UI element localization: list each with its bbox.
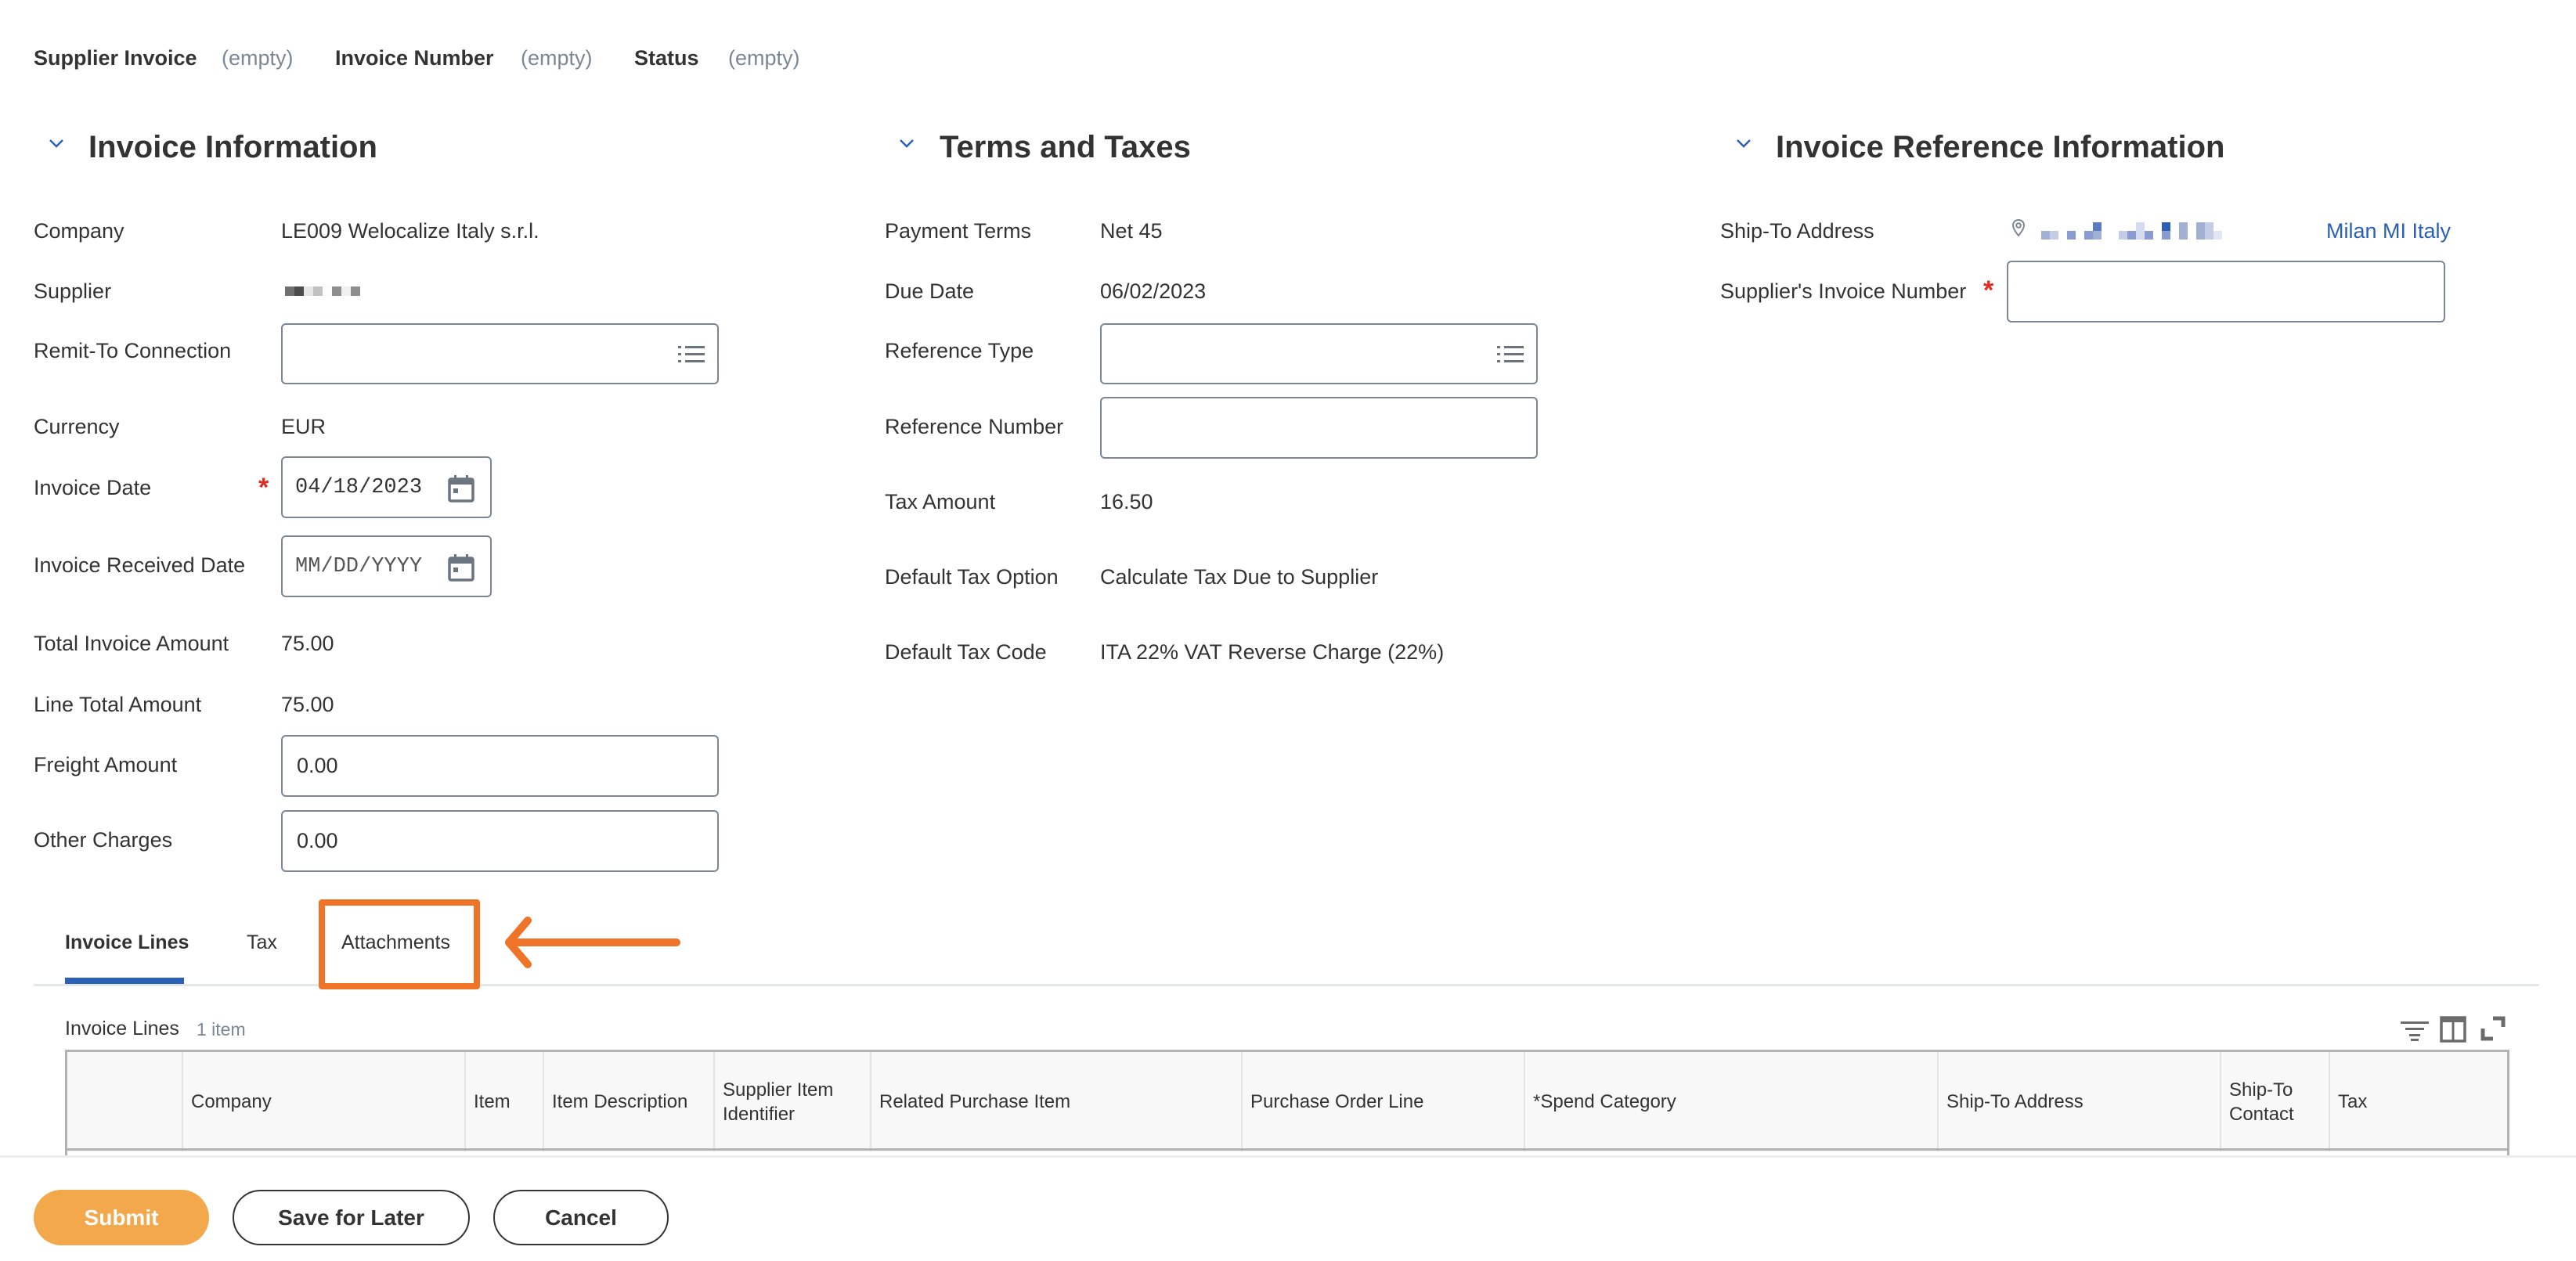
ship-to-address-redacted <box>2041 222 2222 240</box>
expand-fullscreen-icon[interactable] <box>2480 1016 2506 1041</box>
status-value: (empty) <box>728 46 800 70</box>
section-title: Invoice Information <box>88 130 377 164</box>
freight-amount-value: 0.00 <box>297 754 338 777</box>
invoice-date-value: 04/18/2023 <box>295 475 423 499</box>
column-header-spend-category[interactable]: *Spend Category <box>1524 1052 1937 1151</box>
reference-number-input[interactable] <box>1100 397 1538 459</box>
line-total-amount-value: 75.00 <box>281 693 334 716</box>
reference-number-label: Reference Number <box>885 415 1064 438</box>
calendar-icon[interactable] <box>446 474 476 503</box>
location-pin-icon <box>2011 218 2026 237</box>
other-charges-input[interactable]: 0.00 <box>281 810 719 872</box>
column-header-ship-to-address[interactable]: Ship-To Address <box>1937 1052 2220 1151</box>
payment-terms-label: Payment Terms <box>885 219 1032 243</box>
freight-amount-label: Freight Amount <box>34 753 178 776</box>
ship-to-address-label: Ship-To Address <box>1720 219 1874 243</box>
invoice-number-value: (empty) <box>521 46 593 70</box>
due-date-value: 06/02/2023 <box>1100 279 1207 303</box>
footer-bar: Submit Save for Later Cancel <box>0 1155 2576 1261</box>
column-header-company[interactable]: Company <box>182 1052 464 1151</box>
invoice-received-date-placeholder: MM/DD/YYYY <box>295 554 423 578</box>
column-layout-icon[interactable] <box>2440 1016 2466 1043</box>
remit-to-label: Remit-To Connection <box>34 339 232 362</box>
column-header-item-description[interactable]: Item Description <box>543 1052 713 1151</box>
freight-amount-input[interactable]: 0.00 <box>281 735 719 797</box>
submit-button[interactable]: Submit <box>34 1190 209 1245</box>
section-title: Invoice Reference Information <box>1776 130 2225 164</box>
chevron-down-icon[interactable] <box>899 138 915 149</box>
invoice-date-input[interactable]: 04/18/2023 <box>281 456 492 518</box>
chevron-down-icon[interactable] <box>49 138 64 149</box>
chevron-down-icon[interactable] <box>1736 138 1752 149</box>
default-tax-code-label: Default Tax Code <box>885 640 1047 664</box>
column-header-row-actions <box>67 1052 182 1151</box>
section-title: Terms and Taxes <box>940 130 1191 164</box>
supplier-value-redacted <box>285 286 360 296</box>
column-header-ship-to-contact[interactable]: Ship-To Contact <box>2220 1052 2329 1151</box>
tax-amount-label: Tax Amount <box>885 490 996 513</box>
invoice-number-label: Invoice Number <box>335 46 494 70</box>
grid-item-count: 1 item <box>197 1019 246 1039</box>
supplier-invoice-label: Supplier Invoice <box>34 46 197 70</box>
invoice-received-date-label: Invoice Received Date <box>34 553 246 577</box>
tab-invoice-lines[interactable]: Invoice Lines <box>65 931 189 954</box>
column-header-related-purchase-item[interactable]: Related Purchase Item <box>870 1052 1241 1151</box>
required-asterisk: * <box>258 473 269 503</box>
supplier-invoice-value: (empty) <box>222 46 294 70</box>
default-tax-option-value: Calculate Tax Due to Supplier <box>1100 565 1379 589</box>
tax-amount-value: 16.50 <box>1100 490 1153 513</box>
total-invoice-amount-value: 75.00 <box>281 632 334 655</box>
cancel-button[interactable]: Cancel <box>493 1190 669 1245</box>
default-tax-code-value: ITA 22% VAT Reverse Charge (22%) <box>1100 640 1445 664</box>
ship-to-address-link[interactable]: Milan MI Italy <box>2326 219 2451 243</box>
column-header-purchase-order-line[interactable]: Purchase Order Line <box>1241 1052 1524 1151</box>
line-total-amount-label: Line Total Amount <box>34 693 202 716</box>
invoice-date-label: Invoice Date <box>34 476 152 499</box>
other-charges-value: 0.00 <box>297 829 338 852</box>
grid-title: Invoice Lines <box>65 1018 179 1039</box>
reference-type-label: Reference Type <box>885 339 1034 362</box>
remit-to-input[interactable] <box>281 323 719 384</box>
annotation-arrow-icon <box>505 917 680 968</box>
invoice-received-date-input[interactable]: MM/DD/YYYY <box>281 535 492 597</box>
company-label: Company <box>34 219 124 243</box>
list-prompt-icon[interactable] <box>678 344 705 366</box>
column-header-tax[interactable]: Tax <box>2329 1052 2507 1151</box>
supplier-label: Supplier <box>34 279 112 303</box>
active-tab-indicator <box>65 978 184 984</box>
column-header-item[interactable]: Item <box>464 1052 543 1151</box>
payment-terms-value: Net 45 <box>1100 219 1163 243</box>
company-value: LE009 Welocalize Italy s.r.l. <box>281 219 539 243</box>
status-label: Status <box>634 46 699 70</box>
default-tax-option-label: Default Tax Option <box>885 565 1059 589</box>
currency-label: Currency <box>34 415 120 438</box>
save-for-later-button[interactable]: Save for Later <box>233 1190 470 1245</box>
filter-icon[interactable] <box>2401 1019 2429 1041</box>
annotation-highlight-box <box>319 899 480 989</box>
suppliers-invoice-number-input[interactable] <box>2007 261 2445 322</box>
currency-value: EUR <box>281 415 327 438</box>
suppliers-invoice-number-label: Supplier's Invoice Number <box>1720 279 1967 303</box>
tab-tax[interactable]: Tax <box>247 931 277 954</box>
other-charges-label: Other Charges <box>34 828 173 852</box>
calendar-icon[interactable] <box>446 553 476 582</box>
reference-type-input[interactable] <box>1100 323 1538 384</box>
grid-header-row: Company Item Item Description Supplier I… <box>65 1050 2509 1152</box>
required-asterisk: * <box>1983 276 1994 305</box>
column-header-supplier-item-identifier[interactable]: Supplier Item Identifier <box>713 1052 870 1151</box>
due-date-label: Due Date <box>885 279 975 303</box>
list-prompt-icon[interactable] <box>1497 344 1524 366</box>
total-invoice-amount-label: Total Invoice Amount <box>34 632 229 655</box>
